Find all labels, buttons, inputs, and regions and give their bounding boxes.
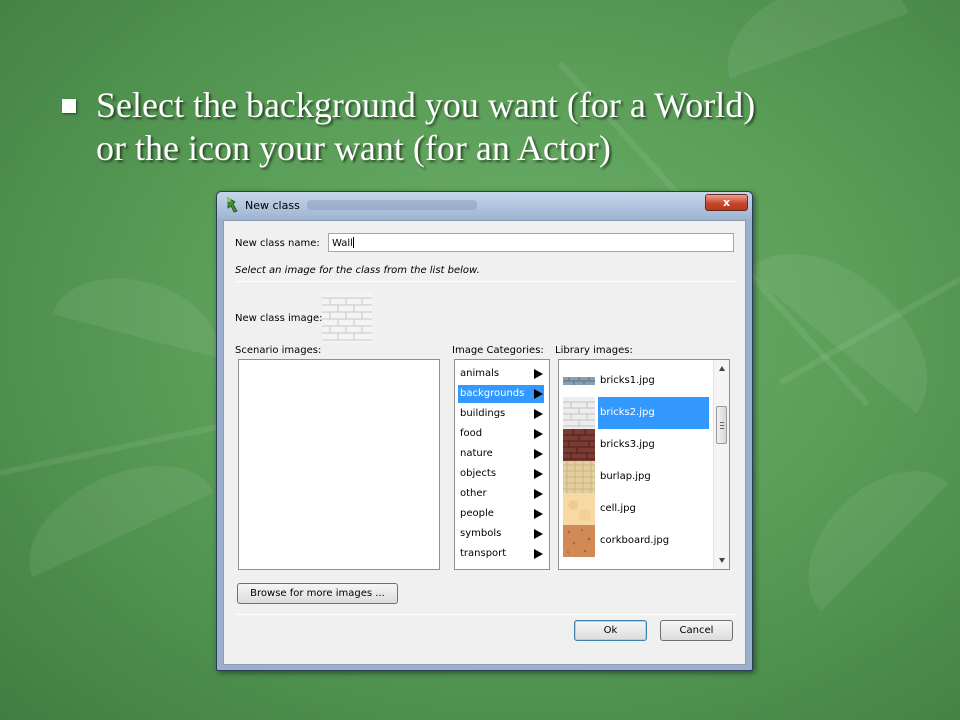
ok-button[interactable]: Ok (574, 620, 647, 641)
library-images-list[interactable]: bricks1.jpg bricks2.jpg bricks3.jpg burl… (558, 359, 730, 570)
library-item-label: bricks1.jpg (600, 375, 655, 386)
arrow-right-icon (534, 489, 543, 499)
slide-bullet: Select the background you want (for a Wo… (62, 84, 922, 170)
category-item-transport[interactable]: transport (458, 545, 544, 563)
bullet-text: Select the background you want (for a Wo… (96, 84, 755, 170)
category-label: people (460, 508, 494, 519)
scrollbar-thumb[interactable] (716, 406, 727, 444)
library-item-bricks3[interactable]: bricks3.jpg (562, 429, 709, 461)
category-label: other (460, 488, 487, 499)
category-label: backgrounds (460, 388, 525, 399)
burlap-thumb-icon (563, 461, 595, 493)
scenario-images-label: Scenario images: (235, 345, 322, 356)
greenfoot-icon (227, 197, 238, 213)
bricks-gray-thumb-icon (563, 377, 595, 385)
cell-thumb-icon (563, 493, 595, 525)
title-blur-decoration (307, 200, 477, 210)
category-item-objects[interactable]: objects (458, 465, 544, 483)
bullet-line-1: Select the background you want (for a Wo… (96, 85, 756, 125)
bullet-line-2: or the icon your want (for an Actor) (96, 128, 611, 168)
arrow-right-icon (534, 429, 543, 439)
arrow-right-icon (534, 369, 543, 379)
library-item-cell[interactable]: cell.jpg (562, 493, 709, 525)
arrow-right-icon (534, 529, 543, 539)
close-button[interactable]: x (705, 194, 748, 211)
new-class-dialog: New class x New class name: Wall Select … (216, 191, 753, 671)
scenario-images-list[interactable] (238, 359, 440, 570)
dialog-client: New class name: Wall Select an image for… (223, 220, 746, 665)
bricks-white-thumb-icon (563, 397, 595, 429)
hint-text: Select an image for the class from the l… (235, 265, 480, 276)
library-item-label: corkboard.jpg (600, 535, 670, 546)
arrow-right-icon (534, 469, 543, 479)
category-item-symbols[interactable]: symbols (458, 525, 544, 543)
category-label: symbols (460, 528, 502, 539)
separator-top (236, 281, 735, 282)
arrow-right-icon (534, 409, 543, 419)
library-item-label: cell.jpg (600, 503, 636, 514)
category-label: nature (460, 448, 493, 459)
class-name-label: New class name: (235, 238, 320, 249)
arrow-right-icon (534, 449, 543, 459)
category-label: buildings (460, 408, 506, 419)
library-item-burlap[interactable]: burlap.jpg (562, 461, 709, 493)
class-name-value: Wall (332, 238, 353, 249)
category-item-backgrounds[interactable]: backgrounds (458, 385, 544, 403)
image-categories-label: Image Categories: (452, 345, 544, 356)
library-item-label: bricks3.jpg (600, 439, 655, 450)
library-item-corkboard[interactable]: corkboard.jpg (562, 525, 709, 557)
text-caret (352, 237, 354, 248)
library-scrollbar[interactable] (713, 360, 729, 569)
dialog-titlebar[interactable]: New class x (217, 192, 752, 219)
arrow-right-icon (534, 389, 543, 399)
class-image-preview (322, 293, 372, 343)
bricks-red-thumb-icon (563, 429, 595, 461)
library-item-bricks1[interactable]: bricks1.jpg (562, 365, 709, 397)
image-categories-list[interactable]: animals backgrounds buildings food natur… (454, 359, 550, 570)
category-item-animals[interactable]: animals (458, 365, 544, 383)
library-item-bricks2[interactable]: bricks2.jpg (562, 397, 709, 429)
category-label: transport (460, 548, 507, 559)
separator-bottom (236, 614, 735, 615)
cancel-button[interactable]: Cancel (660, 620, 733, 641)
category-label: food (460, 428, 483, 439)
category-item-other[interactable]: other (458, 485, 544, 503)
close-icon: x (722, 196, 731, 209)
library-item-label: burlap.jpg (600, 471, 651, 482)
category-item-food[interactable]: food (458, 425, 544, 443)
square-bullet-icon (62, 99, 76, 113)
library-images-label: Library images: (555, 345, 633, 356)
arrow-right-icon (534, 549, 543, 559)
arrow-right-icon (534, 509, 543, 519)
category-item-people[interactable]: people (458, 505, 544, 523)
browse-images-button[interactable]: Browse for more images ... (237, 583, 398, 604)
scroll-down-icon[interactable] (719, 558, 725, 563)
library-item-label: bricks2.jpg (598, 397, 709, 429)
corkboard-thumb-icon (563, 525, 595, 557)
class-name-input[interactable]: Wall (328, 233, 734, 252)
category-label: objects (460, 468, 497, 479)
category-item-nature[interactable]: nature (458, 445, 544, 463)
dialog-title: New class (245, 199, 300, 212)
category-item-buildings[interactable]: buildings (458, 405, 544, 423)
class-image-label: New class image: (235, 313, 323, 324)
category-label: animals (460, 368, 500, 379)
scroll-up-icon[interactable] (719, 366, 725, 371)
